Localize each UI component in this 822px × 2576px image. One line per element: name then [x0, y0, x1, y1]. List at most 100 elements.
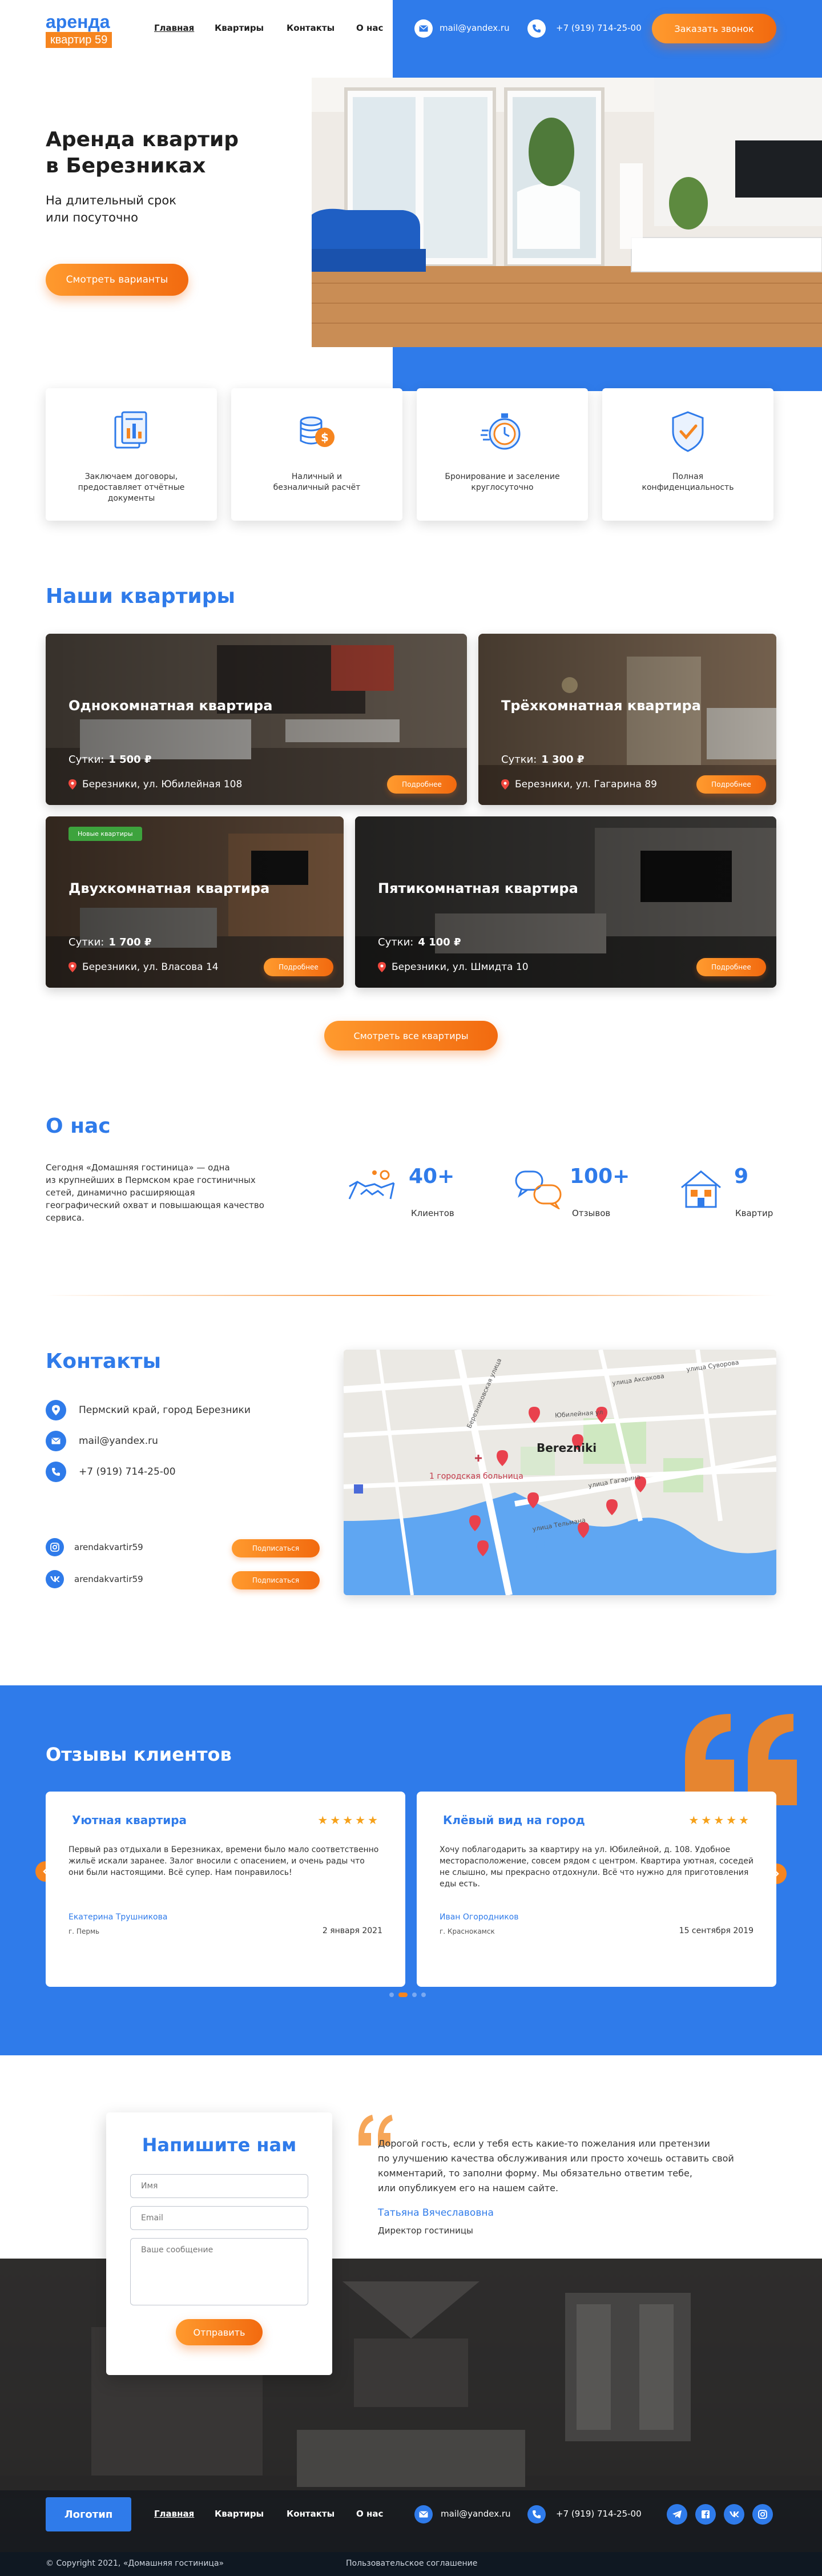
social-handle[interactable]: arendakvartir59 — [74, 1542, 143, 1552]
stat-value: 100+ — [570, 1165, 630, 1188]
nav-home[interactable]: Главная — [154, 23, 194, 33]
show-all-apartments-button[interactable]: Смотреть все квартиры — [324, 1021, 498, 1050]
svg-text:$: $ — [321, 430, 329, 444]
vk-icon[interactable] — [46, 1570, 64, 1588]
apartment-card[interactable]: Однокомнатная квартира Сутки: 1 500 ₽ Бер… — [46, 634, 467, 805]
section-divider — [46, 1295, 776, 1296]
feature-text: Заключаем договоры, предоставляет отчётн… — [57, 472, 206, 504]
review-city: г. Краснокамск — [440, 1927, 495, 1935]
header-email[interactable]: mail@yandex.ru — [440, 23, 510, 33]
shield-check-icon — [672, 411, 704, 452]
contact-address-text: Пермский край, город Березники — [79, 1404, 251, 1416]
about-text: Сегодня «Домашняя гостиница» — одна из к… — [46, 1161, 264, 1224]
feature-card-payment: $ Наличный и безналичный расчёт — [231, 388, 402, 521]
feature-line: документы — [107, 494, 155, 503]
carousel-dot[interactable] — [412, 1993, 417, 1997]
map-pin-icon — [378, 962, 386, 972]
submit-button[interactable]: Отправить — [176, 2319, 263, 2345]
location-icon — [46, 1400, 66, 1420]
subscribe-button[interactable]: Подписаться — [232, 1539, 320, 1557]
map-hospital-label: 1 городская больница — [429, 1472, 523, 1481]
feature-line: Заключаем договоры, — [84, 472, 178, 481]
view-options-button[interactable]: Смотреть варианты — [46, 264, 188, 296]
apartment-price: Сутки: 1 300 ₽ — [501, 754, 585, 766]
apartment-card[interactable]: Пятикомнатная квартира Сутки: 4 100 ₽ Бер… — [355, 816, 776, 988]
contact-email-text[interactable]: mail@yandex.ru — [79, 1435, 158, 1447]
form-title: Напишите нам — [142, 2134, 297, 2156]
apartment-name: Однокомнатная квартира — [68, 698, 273, 714]
hero-subtitle-line2: или посуточно — [46, 211, 139, 224]
city-map[interactable]: Berezniki 1 городская больница улица Акс… — [344, 1350, 776, 1595]
quote-line: по улучшению качества обслуживания или п… — [378, 2153, 734, 2164]
address-text: Березники, ул. Юбилейная 108 — [82, 779, 243, 790]
instagram-icon[interactable] — [752, 2504, 773, 2525]
feature-card-contracts: Заключаем договоры, предоставляет отчётн… — [46, 388, 217, 521]
instagram-icon[interactable] — [46, 1538, 64, 1556]
nav-contacts[interactable]: Контакты — [287, 23, 335, 33]
review-text: Первый раз отдыхали в Березниках, времен… — [68, 1845, 379, 1877]
apartment-card[interactable]: Новые квартиры Двухкомнатная квартира Су… — [46, 816, 344, 988]
email-icon — [414, 19, 433, 38]
contact-email[interactable]: mail@yandex.ru — [46, 1431, 158, 1451]
hero-subtitle-line1: На длительный срок — [46, 194, 176, 207]
email-input[interactable] — [130, 2206, 308, 2230]
logo[interactable]: аренда квартир 59 — [46, 13, 126, 48]
stopwatch-icon — [481, 413, 521, 450]
footer-nav-about[interactable]: О нас — [356, 2509, 383, 2519]
footer-phone[interactable]: +7 (919) 714-25-00 — [556, 2509, 642, 2519]
footer-nav-apartments[interactable]: Квартиры — [215, 2509, 264, 2519]
page: аренда квартир 59 Главная Квартиры Конта… — [0, 0, 822, 2576]
facebook-icon[interactable] — [695, 2504, 716, 2525]
apartment-price: Сутки: 1 700 ₽ — [68, 936, 152, 948]
contact-address: Пермский край, город Березники — [46, 1400, 251, 1420]
vk-icon[interactable] — [724, 2504, 744, 2525]
review-city: г. Пермь — [68, 1927, 100, 1935]
telegram-icon[interactable] — [667, 2504, 687, 2525]
contact-phone-text[interactable]: +7 (919) 714-25-00 — [79, 1466, 176, 1478]
apartment-name: Пятикомнатная квартира — [378, 880, 578, 896]
footer-email-icon — [414, 2505, 433, 2523]
feature-line: безналичный расчёт — [273, 483, 361, 492]
map-pin-icon — [68, 779, 76, 790]
review-date: 15 сентября 2019 — [679, 1926, 754, 1935]
social-handle[interactable]: arendakvartir59 — [74, 1574, 143, 1584]
header-phone[interactable]: +7 (919) 714-25-00 — [556, 23, 642, 33]
house-icon — [681, 1170, 721, 1208]
social-instagram: arendakvartir59 — [46, 1538, 143, 1556]
nav-apartments[interactable]: Квартиры — [215, 23, 264, 33]
name-input[interactable] — [130, 2174, 308, 2198]
message-textarea[interactable] — [130, 2238, 308, 2305]
footer-logo-button[interactable]: Логотип — [46, 2497, 131, 2531]
carousel-dot-active[interactable] — [398, 1993, 408, 1997]
details-button[interactable]: Подробнее — [264, 958, 333, 976]
feature-text: Бронирование и заселение круглосуточно — [428, 472, 577, 493]
price-label: Сутки: — [68, 754, 104, 766]
quote-line: комментарий, то заполни форму. Мы обязат… — [378, 2168, 692, 2179]
review-card: Клёвый вид на город ★★★★★ Хочу поблагода… — [417, 1792, 776, 1987]
feature-line: Бронирование и заселение — [445, 472, 560, 481]
nav-about[interactable]: О нас — [356, 23, 383, 33]
footer-email[interactable]: mail@yandex.ru — [441, 2509, 511, 2519]
footer-nav-home[interactable]: Главная — [154, 2509, 194, 2519]
hero-title-line2: в Березниках — [46, 154, 206, 178]
apartments-title: Наши квартиры — [46, 585, 236, 608]
stat-label: Отзывов — [572, 1208, 611, 1218]
call-button[interactable]: Заказать звонок — [652, 14, 776, 43]
contact-phone[interactable]: +7 (919) 714-25-00 — [46, 1462, 176, 1482]
feature-card-booking: Бронирование и заселение круглосуточно — [417, 388, 588, 521]
carousel-dot[interactable] — [389, 1993, 394, 1997]
subscribe-button[interactable]: Подписаться — [232, 1571, 320, 1589]
carousel-dot[interactable] — [421, 1993, 426, 1997]
footer-nav-contacts[interactable]: Контакты — [287, 2509, 335, 2519]
details-button[interactable]: Подробнее — [387, 775, 457, 794]
details-button[interactable]: Подробнее — [696, 958, 766, 976]
phone-icon — [527, 19, 546, 38]
apartment-card[interactable]: Трёхкомнатная квартира Сутки: 1 300 ₽ Бер… — [478, 634, 776, 805]
details-button[interactable]: Подробнее — [696, 775, 766, 794]
logo-line1: аренда — [46, 11, 110, 32]
phone-icon — [46, 1462, 66, 1482]
review-date: 2 января 2021 — [322, 1926, 382, 1935]
address-text: Березники, ул. Власова 14 — [82, 961, 219, 973]
user-agreement-link[interactable]: Пользовательское соглашение — [346, 2559, 477, 2568]
map-pin-icon — [501, 779, 509, 790]
